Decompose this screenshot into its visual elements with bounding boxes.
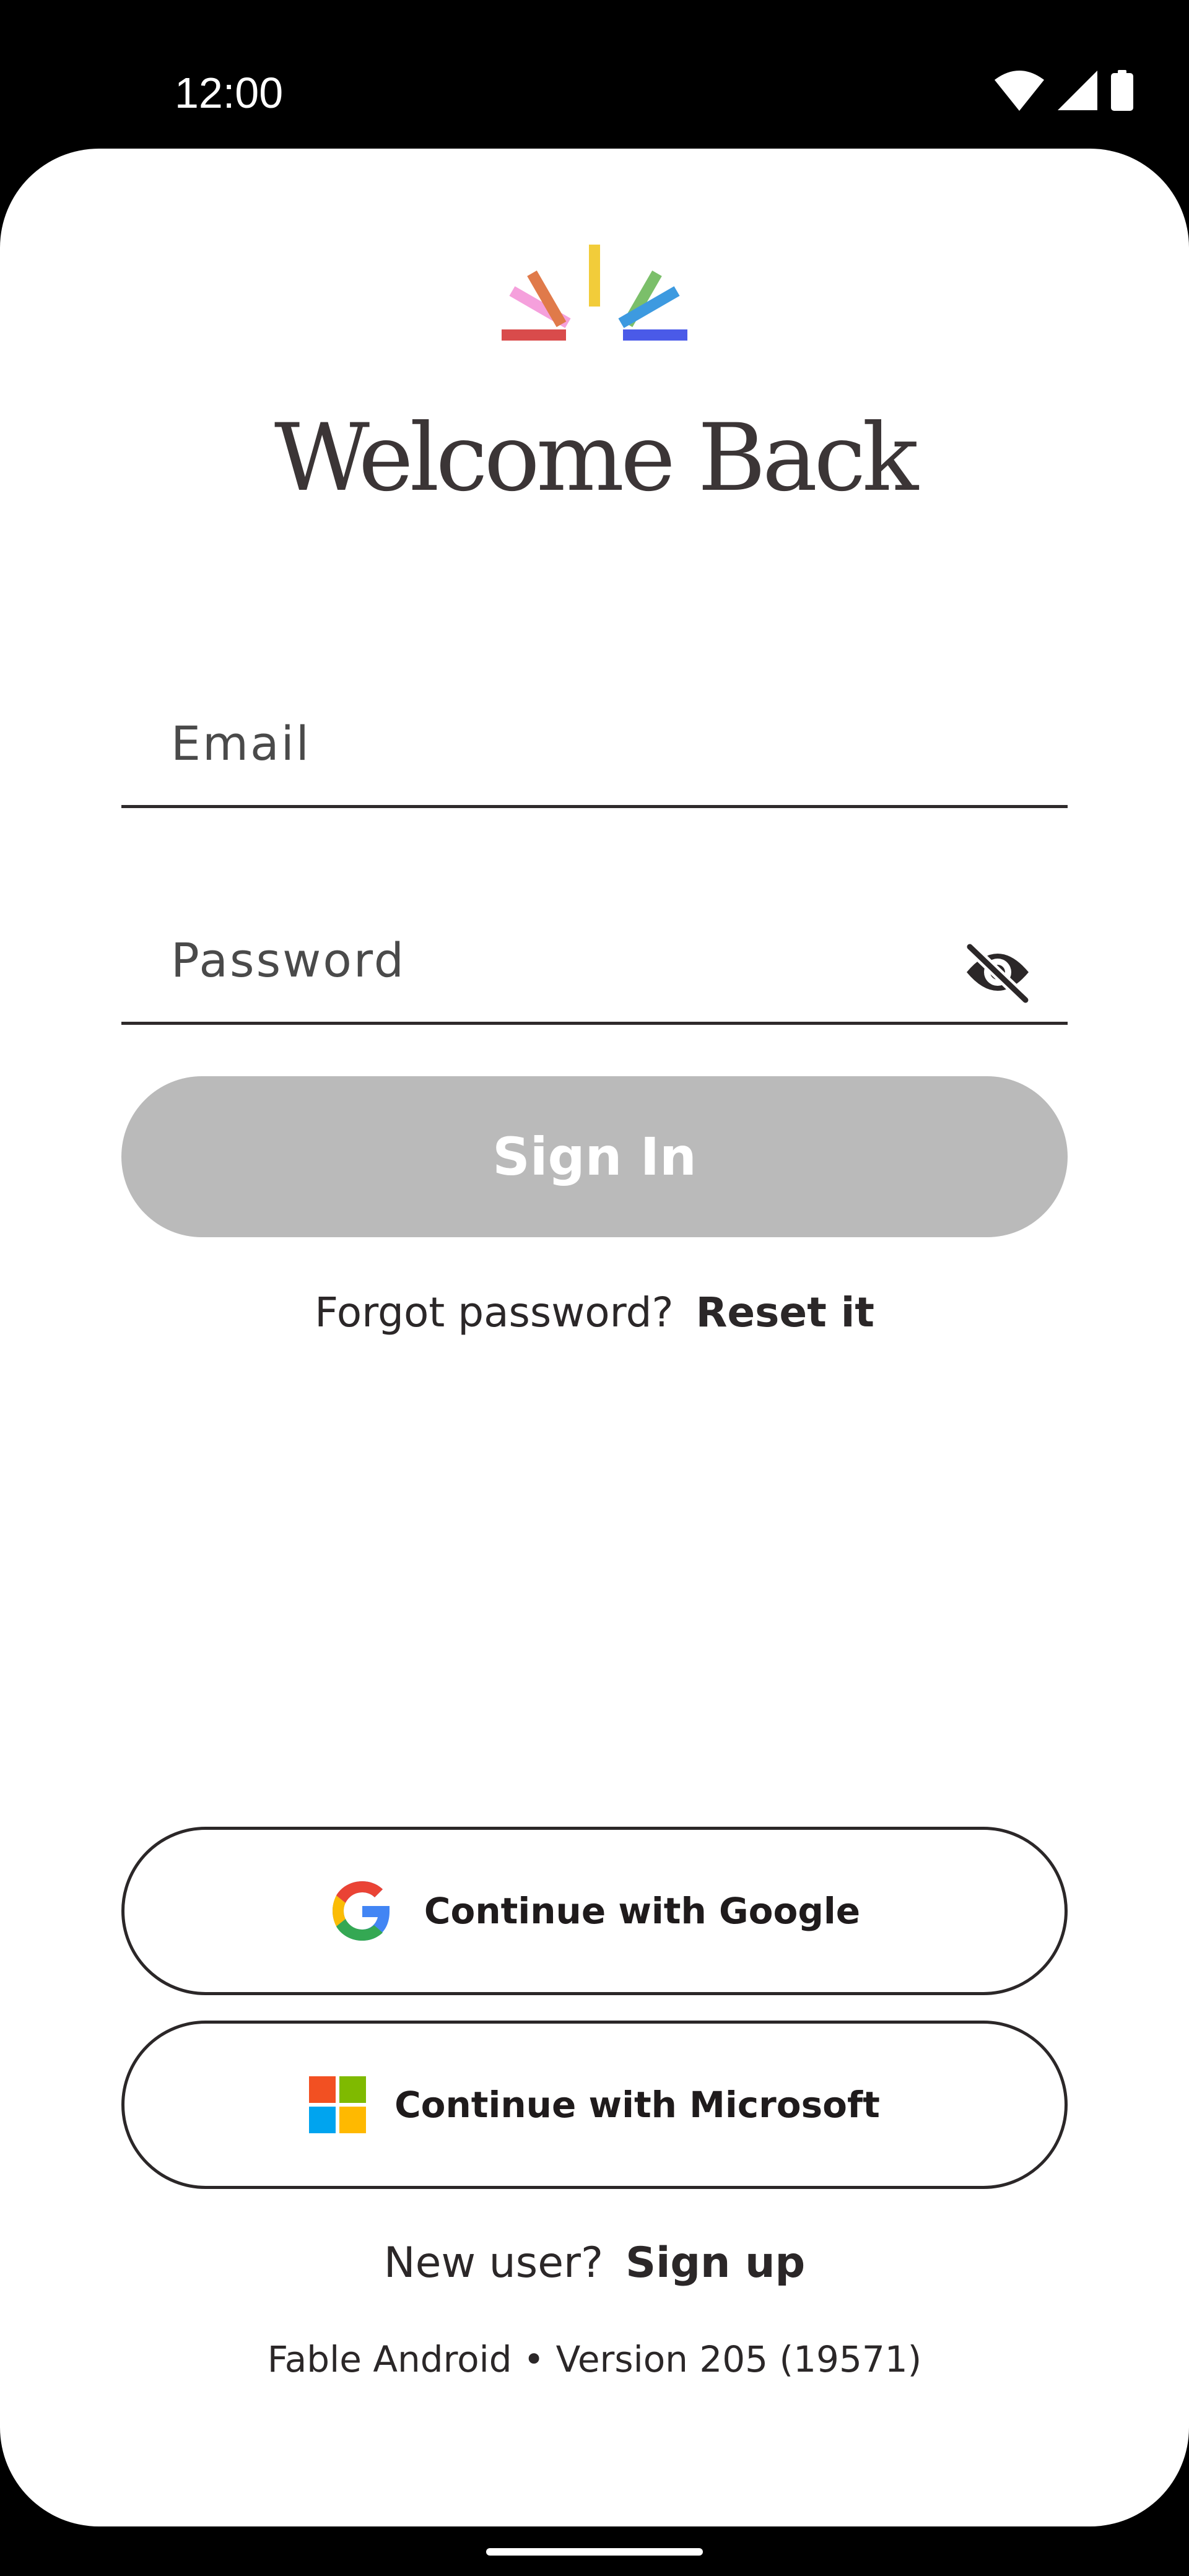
sign-in-button[interactable]: Sign In [121,1076,1068,1237]
continue-with-microsoft-button[interactable]: Continue with Microsoft [121,2021,1068,2189]
status-time: 12:00 [175,69,284,117]
forgot-password-prompt: Forgot password? [315,1289,674,1336]
microsoft-button-label: Continue with Microsoft [394,2084,880,2126]
cellular-signal-icon [1058,71,1097,110]
battery-icon [1111,70,1133,111]
eye-off-icon[interactable] [964,938,1032,1006]
email-input[interactable] [171,684,945,802]
page-title: Welcome Back [274,404,918,512]
wifi-icon [995,71,1044,111]
sign-up-link[interactable]: Sign up [625,2239,805,2287]
new-user-prompt: New user? [383,2239,604,2287]
password-input[interactable] [171,901,945,1019]
microsoft-icon [309,2076,367,2133]
forgot-password-row: Forgot password? Reset it [0,1282,1189,1344]
continue-with-google-button[interactable]: Continue with Google [121,1827,1068,1995]
new-user-row: New user? Sign up [0,2232,1189,2294]
email-field[interactable] [121,684,1068,808]
google-icon [332,1881,390,1941]
status-bar: 12:00 [0,0,1189,149]
phone-screen: 12:00 Welcome Back Email Sign In Forgot … [0,0,1189,2576]
google-button-label: Continue with Google [424,1890,861,1932]
status-icons [995,69,1133,111]
app-version: Fable Android • Version 205 (19571) [267,2338,922,2380]
password-field[interactable] [121,901,1068,1025]
sunrise-logo-icon [502,245,687,341]
gesture-nav-handle[interactable] [486,2548,703,2556]
reset-password-link[interactable]: Reset it [696,1289,874,1336]
